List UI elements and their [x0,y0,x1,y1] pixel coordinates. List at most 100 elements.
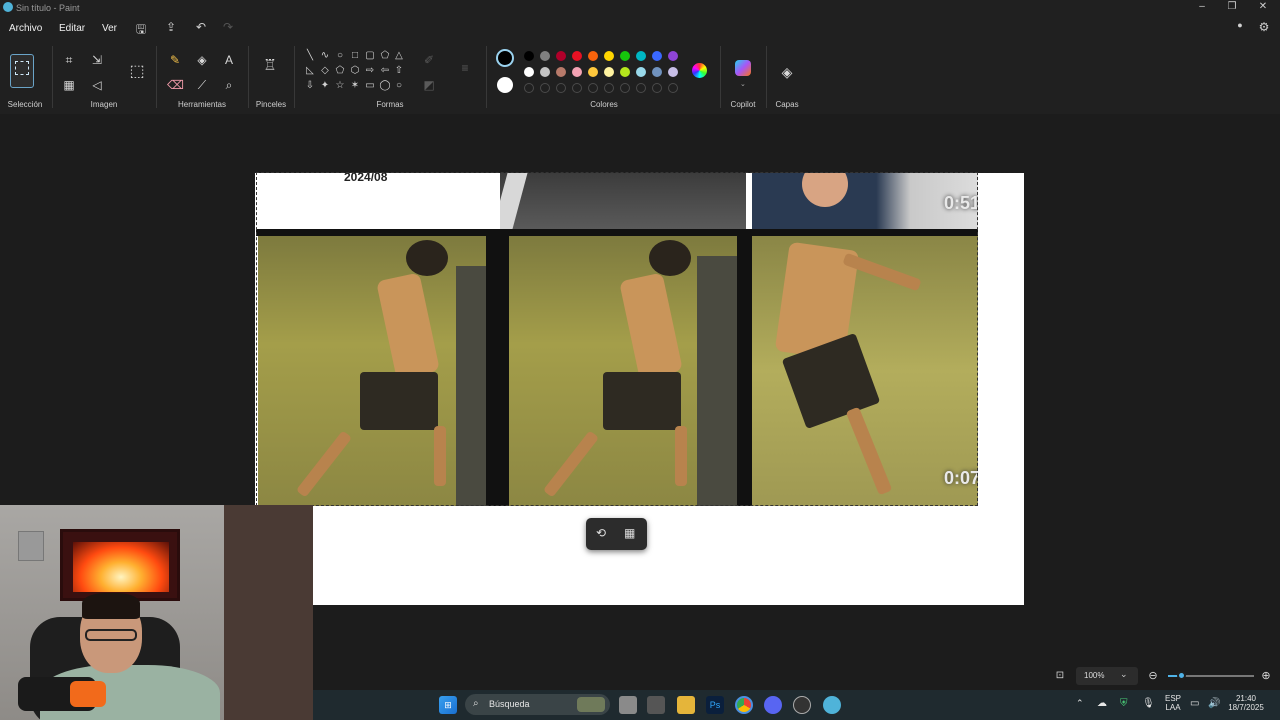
callout-oval-shape-icon[interactable]: ◯ [379,80,391,91]
app-badge-icon[interactable] [793,696,811,714]
color-swatch[interactable] [620,67,630,77]
arrow-right-shape-icon[interactable]: ⇨ [364,65,376,76]
color-swatch[interactable] [572,67,582,77]
microphone-tray-icon[interactable]: 🎙 [1142,698,1155,709]
minimize-button[interactable]: – [1192,1,1212,12]
custom-color-slot[interactable] [540,83,550,93]
fit-to-window-icon[interactable]: ⊡ [1052,668,1068,684]
account-icon[interactable]: ● [1232,20,1248,30]
color-swatch[interactable] [572,51,582,61]
color-swatch[interactable] [588,51,598,61]
menu-editar[interactable]: Editar [59,23,85,34]
volume-icon[interactable]: 🔊 [1208,698,1220,709]
windows-start-icon[interactable]: ⊞ [439,696,457,714]
color-swatch[interactable] [604,51,614,61]
image-fill-icon[interactable]: ▦ [624,526,635,540]
custom-color-slot[interactable] [588,83,598,93]
zoom-dropdown[interactable]: 100% ⌄ [1076,667,1138,685]
color-swatch[interactable] [652,67,662,77]
eraser-icon[interactable]: ⌫ [167,77,184,93]
star4-shape-icon[interactable]: ✦ [319,80,331,91]
polygon-shape-icon[interactable]: ⬠ [379,50,391,61]
color-swatch[interactable] [524,51,534,61]
color-swatch[interactable] [620,51,630,61]
custom-color-slot[interactable] [636,83,646,93]
rotate-icon[interactable]: ◁ [89,77,105,93]
curve-shape-icon[interactable]: ∿ [319,50,331,61]
pencil-icon[interactable]: ✎ [167,52,183,68]
clock[interactable]: 21:40 18/7/2025 [1226,694,1266,712]
selection-button[interactable] [10,54,34,88]
custom-color-slot[interactable] [556,83,566,93]
photoshop-icon[interactable]: Ps [706,696,724,714]
custom-color-slot[interactable] [524,83,534,93]
file-explorer-icon[interactable] [677,696,695,714]
triangle-shape-icon[interactable]: △ [393,50,405,61]
arrow-down-shape-icon[interactable]: ⇩ [304,80,316,91]
menu-archivo[interactable]: Archivo [9,23,42,34]
shape-size-icon[interactable]: ≡ [457,60,473,76]
color-swatch[interactable] [668,51,678,61]
custom-color-slot[interactable] [620,83,630,93]
text-tool-icon[interactable]: A [221,52,237,68]
language-indicator[interactable]: ESP LAA [1163,694,1183,712]
star5-shape-icon[interactable]: ☆ [334,80,346,91]
custom-color-slot[interactable] [604,83,614,93]
zoom-in-icon[interactable]: ⊕ [1258,668,1274,684]
arrow-left-shape-icon[interactable]: ⇦ [379,65,391,76]
app-icon[interactable] [647,696,665,714]
primary-color-swatch[interactable] [496,49,514,67]
secondary-color-swatch[interactable] [497,77,513,93]
color-swatch[interactable] [556,67,566,77]
line-shape-icon[interactable]: ╲ [304,50,316,61]
color-swatch[interactable] [588,67,598,77]
custom-color-slot[interactable] [652,83,662,93]
chrome-icon[interactable] [735,696,753,714]
fill-bucket-icon[interactable]: ◈ [194,52,210,68]
color-swatch[interactable] [652,51,662,61]
discord-icon[interactable] [764,696,782,714]
hexagon-shape-icon[interactable]: ⬡ [349,65,361,76]
color-picker-icon[interactable]: ⟋ [194,77,210,93]
redo-icon[interactable]: ↷ [220,20,236,34]
right-triangle-shape-icon[interactable]: ◺ [304,65,316,76]
pentagon-shape-icon[interactable]: ⬠ [334,65,346,76]
tray-chevron-up-icon[interactable]: ⌃ [1076,698,1084,709]
task-view-icon[interactable] [619,696,637,714]
image-select-icon[interactable]: ⬚ [129,64,145,80]
custom-color-slot[interactable] [668,83,678,93]
resize-icon[interactable]: ⇲ [89,52,105,68]
fill-icon[interactable]: ◩ [421,77,437,93]
undo-icon[interactable]: ↶ [193,20,209,34]
zoom-out-icon[interactable]: ⊖ [1145,668,1161,684]
onedrive-cloud-icon[interactable]: ☁ [1097,698,1107,709]
settings-gear-icon[interactable]: ⚙ [1256,20,1272,34]
taskbar-search[interactable]: ⌕ Búsqueda [465,694,610,715]
color-swatch[interactable] [540,67,550,77]
edit-colors-icon[interactable] [692,63,707,78]
layers-icon[interactable]: ◈ [779,64,795,80]
star6-shape-icon[interactable]: ✶ [349,80,361,91]
callout-cloud-shape-icon[interactable]: ○ [393,80,405,91]
save-icon[interactable]: 🖫 [133,20,149,41]
remove-background-icon[interactable]: ⟲ [596,526,606,540]
paint-taskbar-icon[interactable] [823,696,841,714]
color-swatch[interactable] [604,67,614,77]
diamond-shape-icon[interactable]: ◇ [319,65,331,76]
oval-shape-icon[interactable]: ○ [334,50,346,61]
color-swatch[interactable] [524,67,534,77]
network-icon[interactable]: ▭ [1190,698,1199,709]
color-swatch[interactable] [636,51,646,61]
color-swatch[interactable] [668,67,678,77]
color-swatch[interactable] [556,51,566,61]
brush-icon[interactable]: ♖ [262,58,278,74]
rounded-rect-shape-icon[interactable]: ▢ [364,50,376,61]
close-button[interactable]: ✕ [1253,1,1273,12]
color-swatch[interactable] [540,51,550,61]
zoom-slider-thumb[interactable] [1177,671,1186,680]
image-tools-icon[interactable]: ▦ [61,77,77,93]
copilot-chevron-down-icon[interactable]: ⌄ [740,80,746,88]
copilot-icon[interactable] [735,60,751,76]
outline-icon[interactable]: ✐ [421,52,437,68]
custom-color-slot[interactable] [572,83,582,93]
